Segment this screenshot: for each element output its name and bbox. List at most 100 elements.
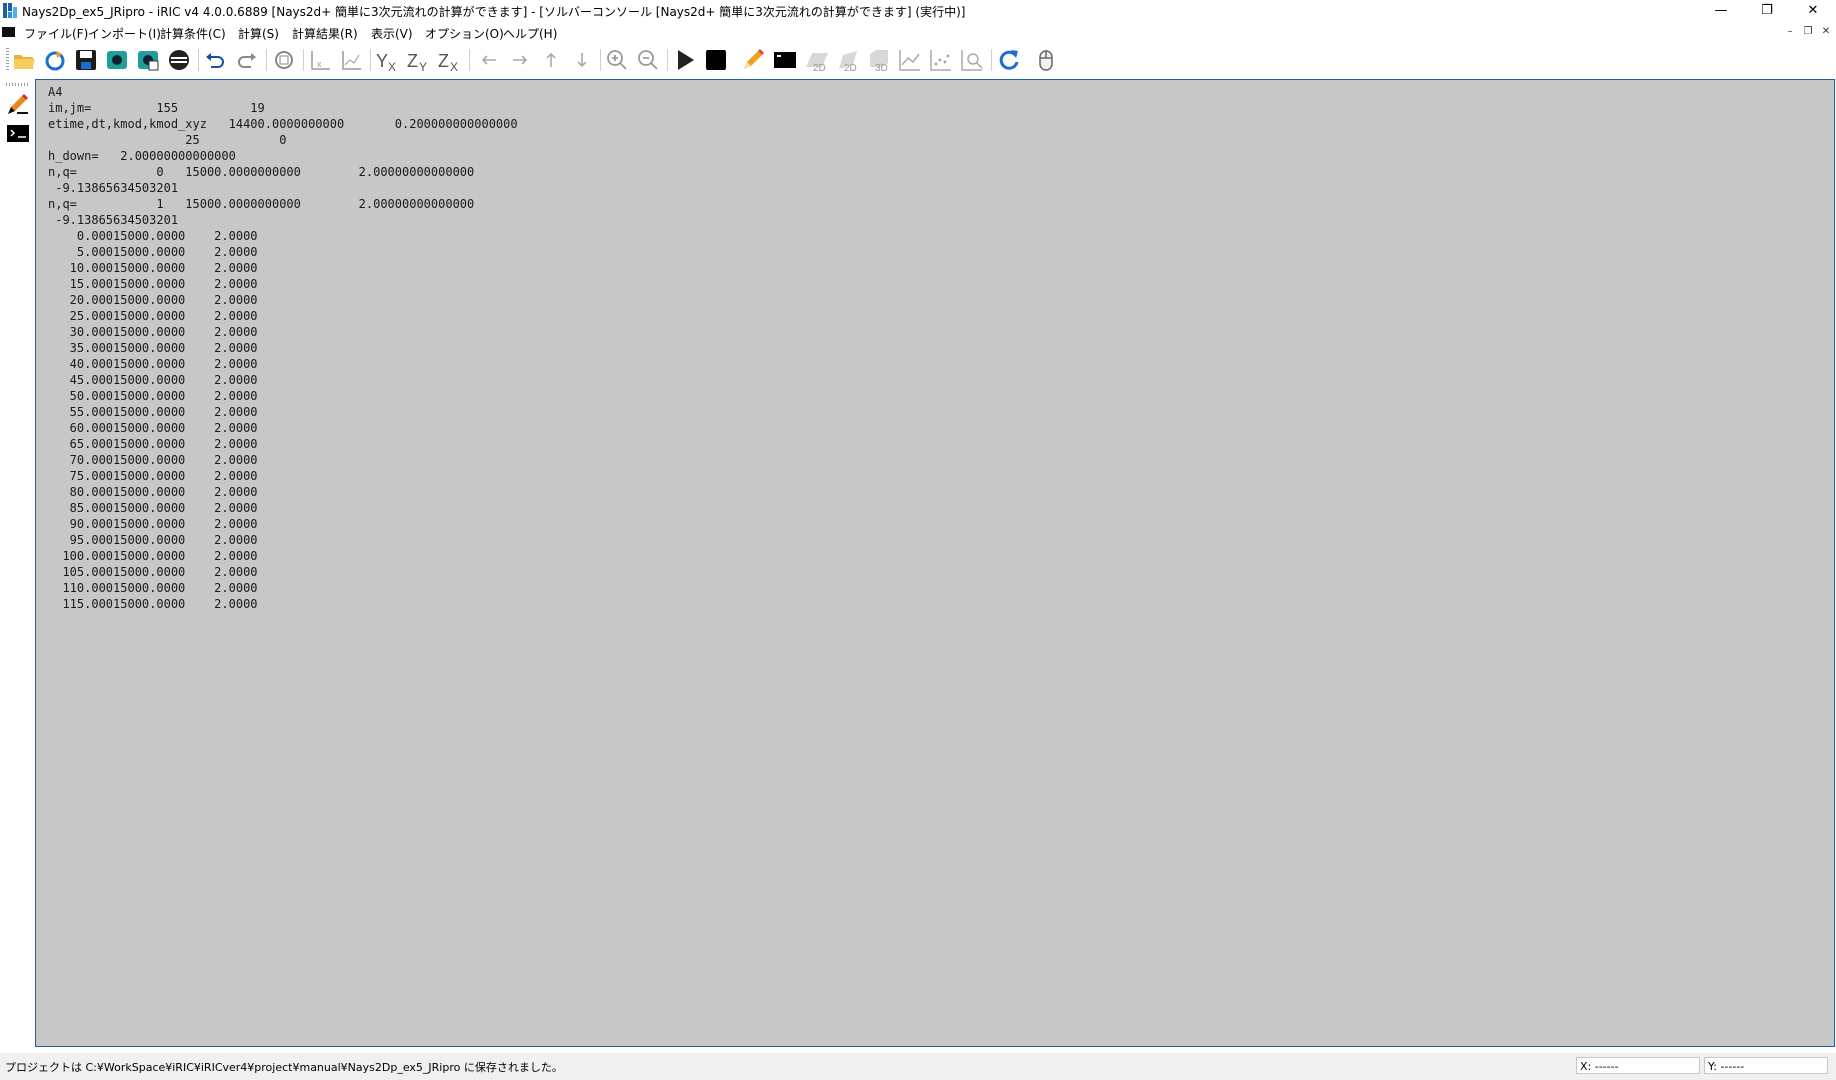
arrow-down-icon[interactable] <box>569 47 595 73</box>
zoom-fit-icon[interactable] <box>271 47 297 73</box>
toolbar-separator <box>991 49 992 71</box>
arrow-left-icon[interactable] <box>476 47 502 73</box>
svg-text:X: X <box>388 60 396 73</box>
menu-options[interactable]: オプション(O) <box>425 25 504 42</box>
zoom-out-icon[interactable] <box>635 47 661 73</box>
menu-calc[interactable]: 計算(S) <box>238 25 279 42</box>
window-title: Nays2Dp_ex5_JRipro - iRIC v4 4.0.0.6889 … <box>22 5 966 19</box>
console-line: 35.00015000.0000 2.0000 <box>48 341 258 355</box>
toolbar-separator <box>600 49 601 71</box>
console-line: 60.00015000.0000 2.0000 <box>48 421 258 435</box>
svg-text:Z: Z <box>438 51 449 71</box>
redo-icon[interactable] <box>234 47 260 73</box>
mdi-close-button[interactable]: ✕ <box>1818 25 1834 39</box>
console-line: n,q= 1 15000.0000000000 2.00000000000000 <box>48 197 475 211</box>
mouse-icon[interactable] <box>1033 47 1059 73</box>
menu-import[interactable]: インポート(I) <box>88 25 161 42</box>
3d-icon[interactable]: 3D <box>866 47 892 73</box>
menu-view[interactable]: 表示(V) <box>371 25 413 42</box>
edit-condition-icon[interactable] <box>5 91 31 117</box>
console-line: im,jm= 155 19 <box>48 101 265 115</box>
console-line: 30.00015000.0000 2.0000 <box>48 325 258 339</box>
console-line: n,q= 0 15000.0000000000 2.00000000000000 <box>48 165 475 179</box>
svg-text:Y: Y <box>376 51 388 71</box>
axis-x-icon[interactable]: x <box>307 47 333 73</box>
pencil-icon[interactable] <box>740 47 766 73</box>
menu-file[interactable]: ファイル(F) <box>24 25 88 42</box>
title-bar: Nays2Dp_ex5_JRipro - iRIC v4 4.0.0.6889 … <box>0 0 1836 22</box>
close-button[interactable]: ✕ <box>1790 0 1836 22</box>
refresh-icon[interactable] <box>996 47 1022 73</box>
console-line: 55.00015000.0000 2.0000 <box>48 405 258 419</box>
solver-console[interactable]: A4 im,jm= 155 19 etime,dt,kmod,kmod_xyz … <box>35 79 1835 1047</box>
menu-results[interactable]: 計算結果(R) <box>292 25 358 42</box>
axis-chart-icon[interactable] <box>338 47 364 73</box>
view-zx-icon[interactable]: ZX <box>437 47 463 73</box>
minimize-button[interactable]: — <box>1698 0 1744 22</box>
console-line: -9.13865634503201 <box>48 181 179 195</box>
zoom-in-icon[interactable] <box>604 47 630 73</box>
stop-icon[interactable] <box>703 47 729 73</box>
undo-icon[interactable] <box>202 47 228 73</box>
no-entry-icon[interactable] <box>166 47 192 73</box>
toolbar-grip[interactable] <box>6 48 9 72</box>
reload-icon[interactable] <box>42 47 68 73</box>
run-icon[interactable] <box>672 47 698 73</box>
scatter-icon[interactable] <box>928 47 954 73</box>
save-icon[interactable] <box>73 47 99 73</box>
snapshot-region-icon[interactable] <box>135 47 161 73</box>
toolbar-separator <box>667 49 668 71</box>
view-yx-icon[interactable]: YX <box>375 47 401 73</box>
status-bar: プロジェクトは C:¥WorkSpace¥iRIC¥iRICver4¥proje… <box>0 1053 1836 1080</box>
console-line: 5.00015000.0000 2.0000 <box>48 245 258 259</box>
x-coordinate-field: X: ------ <box>1576 1057 1700 1074</box>
snapshot-icon[interactable] <box>104 47 130 73</box>
open-folder-icon[interactable] <box>11 47 37 73</box>
console-line: 95.00015000.0000 2.0000 <box>48 533 258 547</box>
svg-text:Z: Z <box>407 51 418 71</box>
console-line: 25.00015000.0000 2.0000 <box>48 309 258 323</box>
console-line: 100.00015000.0000 2.0000 <box>48 549 258 563</box>
arrow-up-icon[interactable] <box>538 47 564 73</box>
dock-grip[interactable] <box>6 83 30 86</box>
system-menu-icon[interactable] <box>2 27 15 37</box>
console-line: 50.00015000.0000 2.0000 <box>48 389 258 403</box>
left-dock-toolbar <box>0 79 34 1049</box>
2d-bird-icon[interactable]: 2D <box>835 47 861 73</box>
2d-icon[interactable]: 2D <box>804 47 830 73</box>
menu-help[interactable]: ヘルプ(H) <box>503 25 557 42</box>
console-line: A4 <box>48 85 63 99</box>
toolbar-separator <box>303 49 304 71</box>
menu-bar: ファイル(F) インポート(I) 計算条件(C) 計算(S) 計算結果(R) 表… <box>0 22 1836 43</box>
console-line: 0.00015000.0000 2.0000 <box>48 229 258 243</box>
graph-icon[interactable] <box>897 47 923 73</box>
toolbar-separator <box>469 49 470 71</box>
console-window-icon[interactable] <box>5 121 31 147</box>
arrow-right-icon[interactable] <box>507 47 533 73</box>
console-line: 85.00015000.0000 2.0000 <box>48 501 258 515</box>
iric-app-icon <box>3 3 17 18</box>
graph-zoom-icon[interactable] <box>959 47 985 73</box>
console-line: 15.00015000.0000 2.0000 <box>48 277 258 291</box>
console-line: 80.00015000.0000 2.0000 <box>48 485 258 499</box>
toolbar-separator <box>198 49 199 71</box>
console-icon[interactable] <box>772 47 798 73</box>
console-line: 115.00015000.0000 2.0000 <box>48 597 258 611</box>
y-coordinate-field: Y: ------ <box>1704 1057 1828 1074</box>
console-line: 90.00015000.0000 2.0000 <box>48 517 258 531</box>
menu-calc-condition[interactable]: 計算条件(C) <box>160 25 226 42</box>
svg-text:Y: Y <box>419 60 427 73</box>
console-line: 110.00015000.0000 2.0000 <box>48 581 258 595</box>
toolbar-separator <box>266 49 267 71</box>
console-line: 45.00015000.0000 2.0000 <box>48 373 258 387</box>
console-line: 65.00015000.0000 2.0000 <box>48 437 258 451</box>
view-zy-icon[interactable]: ZY <box>406 47 432 73</box>
console-line: -9.13865634503201 <box>48 213 179 227</box>
console-line: etime,dt,kmod,kmod_xyz 14400.0000000000 … <box>48 117 518 131</box>
mdi-restore-button[interactable]: ❐ <box>1800 25 1816 39</box>
mdi-minimize-button[interactable]: – <box>1782 25 1798 39</box>
console-line: 25 0 <box>48 133 287 147</box>
restore-button[interactable]: ❐ <box>1744 0 1790 22</box>
console-line: 75.00015000.0000 2.0000 <box>48 469 258 483</box>
console-line: 70.00015000.0000 2.0000 <box>48 453 258 467</box>
